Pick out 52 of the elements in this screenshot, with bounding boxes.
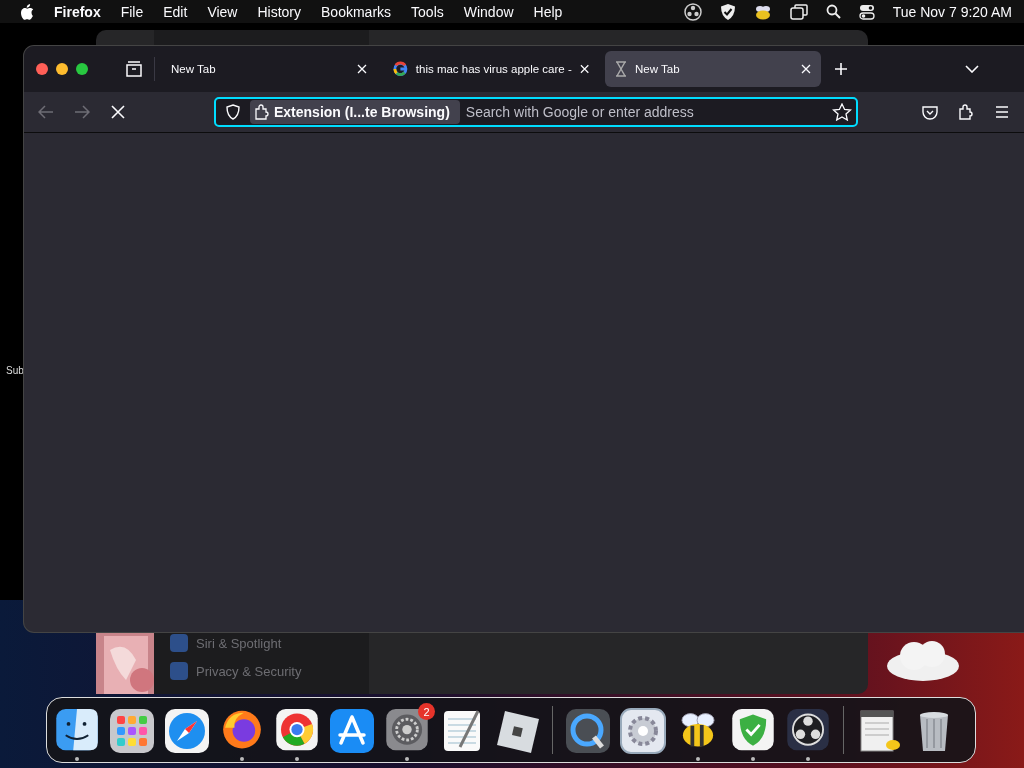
safari-app-icon (163, 707, 211, 755)
google-icon (393, 61, 408, 77)
gear-app-icon (619, 707, 667, 755)
menu-item[interactable]: Help (533, 3, 563, 20)
running-indicator (75, 757, 79, 761)
close-tab-icon[interactable] (801, 64, 811, 74)
launchpad-app-icon (108, 707, 156, 755)
minimize-window-button[interactable] (56, 63, 68, 75)
menu-item[interactable]: Bookmarks (321, 3, 392, 20)
search-field[interactable]: Search with Google or enter address (463, 103, 828, 121)
clock[interactable]: Tue Nov 7 9:20 AM (892, 3, 1012, 20)
close-window-button[interactable] (36, 63, 48, 75)
bee-status-icon[interactable] (753, 3, 772, 20)
running-indicator (295, 757, 299, 761)
chrome-app-icon (273, 707, 321, 753)
search-icon[interactable] (825, 4, 841, 19)
quicktime-app-icon (564, 707, 612, 755)
windows-icon[interactable] (789, 3, 808, 20)
address-bar[interactable]: Extension (I...te Browsing) Search with Google or enter address (214, 97, 858, 127)
finder-app-icon (53, 707, 101, 753)
notification-badge: 2 (418, 703, 435, 720)
menu-item[interactable]: File (120, 3, 144, 20)
browser-tab[interactable]: New Tab (161, 51, 377, 87)
close-tab-icon[interactable] (579, 64, 589, 74)
shield-check-icon[interactable] (719, 2, 736, 21)
shield-app-icon (729, 707, 777, 753)
menu-item[interactable]: View (207, 3, 238, 20)
running-indicator (751, 757, 755, 761)
app-menu[interactable]: Firefox (54, 3, 101, 20)
appstore-app-icon (328, 707, 376, 755)
zoom-window-button[interactable] (76, 63, 88, 75)
menu-item[interactable]: Edit (163, 3, 188, 20)
running-indicator (240, 757, 244, 761)
bookmark-star-icon[interactable] (832, 103, 852, 121)
obs-status-icon[interactable] (683, 2, 702, 21)
running-indicator (696, 757, 700, 761)
browser-tab[interactable]: this mac has virus apple care - (383, 51, 599, 87)
menu-item[interactable]: Tools (411, 3, 444, 20)
hourglass-icon (615, 61, 627, 77)
settings-app-icon (383, 707, 431, 753)
menu-item[interactable]: History (257, 3, 302, 20)
control-center-icon[interactable] (858, 3, 875, 20)
close-tab-icon[interactable] (357, 64, 367, 74)
menu-item[interactable]: Window (463, 3, 514, 20)
browser-tab[interactable]: New Tab (605, 51, 821, 87)
apple-logo-icon[interactable] (20, 3, 34, 20)
puzzle-icon (254, 104, 270, 120)
window-edge-text: Sub (6, 365, 24, 376)
extension-identity-button[interactable]: Extension (I...te Browsing) (250, 100, 460, 124)
running-indicator (806, 757, 810, 761)
obs-app-icon (784, 707, 832, 753)
running-indicator (405, 757, 409, 761)
